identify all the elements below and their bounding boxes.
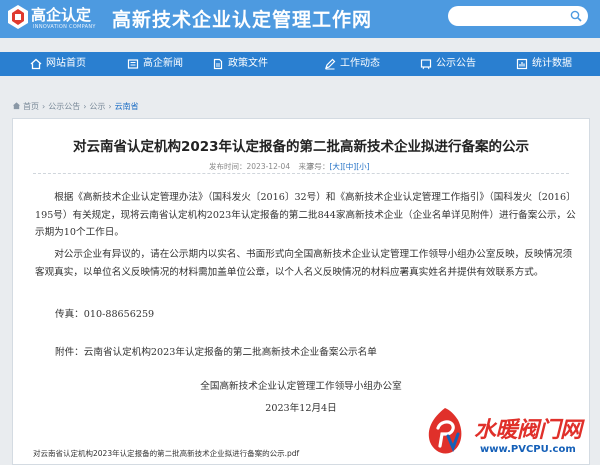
chart-icon (516, 58, 528, 70)
breadcrumb-publicity[interactable]: 公示 (89, 102, 105, 111)
news-icon (127, 59, 139, 69)
breadcrumb: 首页 › 公示公告 › 公示 › 云南省 (12, 100, 139, 114)
font-size-medium[interactable]: [中] (343, 162, 356, 171)
attachment-line: 附件：云南省认定机构2023年认定报备的第二批高新技术企业备案公示名单 (55, 344, 377, 358)
breadcrumb-separator: › (42, 102, 46, 111)
announcement-icon (420, 59, 432, 70)
signature-org: 全国高新技术企业认定管理工作领导小组办公室 (200, 381, 402, 392)
fax-line: 传真：010-88656259 (55, 309, 155, 320)
watermark-url: www.PVCPU.com (480, 444, 576, 455)
breadcrumb-announcements[interactable]: 公示公告 (48, 102, 80, 111)
font-size-large[interactable]: [大] (330, 162, 343, 171)
nav-item-label: 高企新闻 (143, 58, 183, 69)
nav-item-label: 统计数据 (532, 58, 572, 69)
search-icon[interactable] (570, 10, 582, 22)
site-watermark: 水暖阀门网 www.PVCPU.com (420, 406, 600, 463)
breadcrumb-separator: › (83, 102, 87, 111)
attachment-link[interactable]: 附件：云南省认定机构2023年认定报备的第二批高新技术企业备案公示名单 (55, 347, 377, 358)
article-paragraph-1: 根据《高新技术企业认定管理办法》（国科发火〔2016〕32号）和《高新技术企业认… (35, 192, 576, 238)
meta-divider (33, 173, 569, 174)
pdf-attachment-link[interactable]: 对云南省认定机构2023年认定报备的第二批高新技术企业拟进行备案的公示.pdf (33, 448, 299, 459)
search-input[interactable] (456, 8, 570, 24)
site-header: 高企认定 INNOVATION COMPANY 高新技术企业认定管理工作网 (0, 0, 600, 38)
logo-text: 高企认定 (31, 6, 92, 24)
nav-item-label: 网站首页 (46, 58, 86, 69)
nav-item-label: 政策文件 (228, 58, 268, 69)
font-size-control: 字号：[大][中][小] (307, 161, 370, 172)
home-icon (12, 102, 21, 110)
logo-icon (8, 5, 28, 29)
breadcrumb-separator: › (108, 102, 112, 111)
breadcrumb-home[interactable]: 首页 (23, 102, 39, 111)
publish-date: 2023-12-04 (246, 162, 291, 171)
watermark-logo-icon (428, 408, 462, 454)
article-title: 对云南省认定机构2023年认定报备的第二批高新技术企业拟进行备案的公示 (72, 139, 530, 155)
article-meta: 发布时间：2023-12-04 来源： (209, 161, 321, 172)
document-icon (213, 58, 223, 70)
font-size-label: 字号： (307, 162, 330, 171)
search-box (448, 6, 588, 26)
publish-label: 发布时间： (209, 162, 247, 171)
nav-item-label: 公示公告 (436, 58, 476, 69)
font-size-small[interactable]: [小] (356, 162, 369, 171)
logo-subtext: INNOVATION COMPANY (33, 24, 96, 30)
watermark-text: 水暖阀门网 (474, 418, 582, 443)
article-paragraph-2: 对公示企业有异议的，请在公示期内以实名、书面形式向全国高新技术企业认定管理工作领… (35, 249, 573, 278)
home-icon (30, 58, 42, 70)
main-nav: 网站首页 高企新闻 政策文件 工作动态 公示公告 统计数据 (0, 52, 600, 76)
pen-icon (325, 58, 336, 70)
site-title: 高新技术企业认定管理工作网 (112, 9, 373, 31)
nav-item-label: 工作动态 (340, 58, 380, 69)
site-logo[interactable]: 高企认定 INNOVATION COMPANY (5, 3, 98, 33)
breadcrumb-current[interactable]: 云南省 (115, 102, 139, 111)
